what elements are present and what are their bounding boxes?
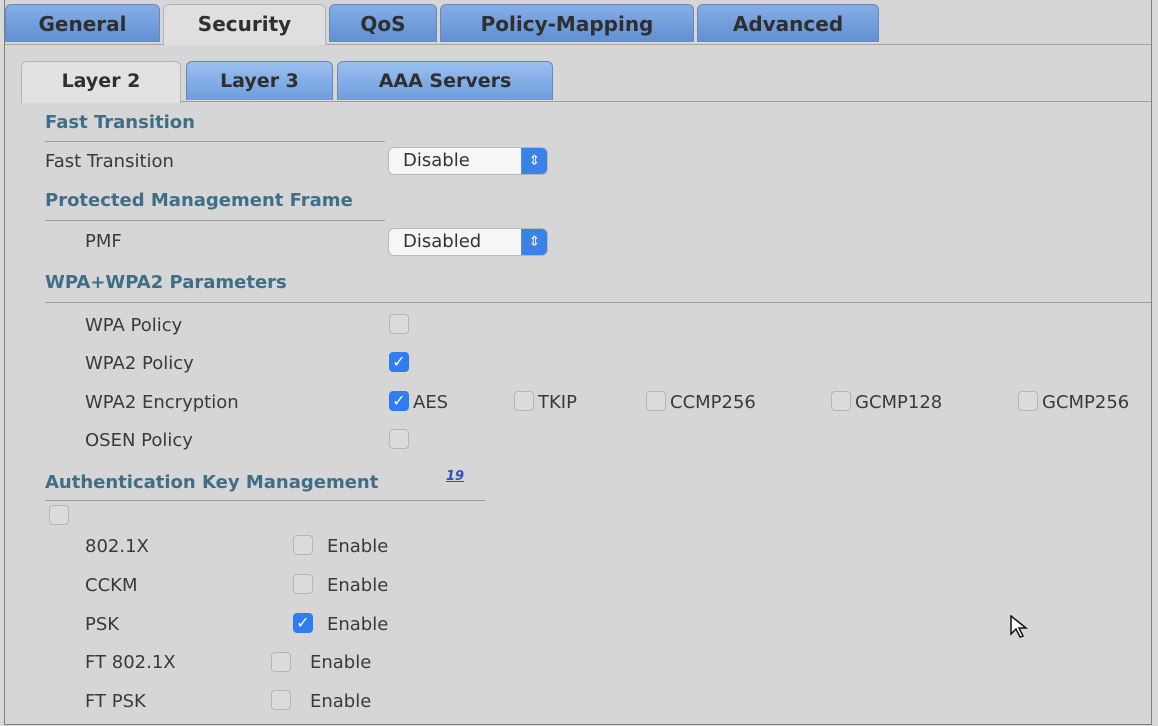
akm-8021x-label: 802.1X xyxy=(85,536,149,557)
akm-8021x-checkbox[interactable] xyxy=(293,535,313,555)
fast-transition-section-title: Fast Transition xyxy=(45,112,195,133)
aes-checkbox[interactable]: ✓ xyxy=(389,391,409,411)
osen-policy-label: OSEN Policy xyxy=(85,430,193,451)
gcmp128-label: GCMP128 xyxy=(855,392,943,413)
akm-ft-psk-enable-label: Enable xyxy=(310,691,372,712)
fast-transition-label: Fast Transition xyxy=(45,151,174,172)
gcmp128-checkbox[interactable] xyxy=(831,391,851,411)
aes-label: AES xyxy=(413,392,449,413)
akm-ft-8021x-checkbox[interactable] xyxy=(271,652,291,672)
akm-ft-psk-checkbox[interactable] xyxy=(271,690,291,710)
fast-transition-value: Disable xyxy=(403,150,470,171)
wpa2-encryption-label: WPA2 Encryption xyxy=(85,392,239,413)
section-divider xyxy=(45,302,1151,303)
wpa-policy-label: WPA Policy xyxy=(85,315,183,336)
akm-8021x-enable-label: Enable xyxy=(327,536,389,557)
tab-layer-2[interactable]: Layer 2 xyxy=(21,61,181,103)
section-divider xyxy=(45,141,385,142)
akm-ft-8021x-enable-label: Enable xyxy=(310,652,372,673)
ccmp256-checkbox[interactable] xyxy=(646,391,666,411)
akm-help-link[interactable]: 19 xyxy=(446,469,464,484)
wpa2-policy-checkbox[interactable]: ✓ xyxy=(389,352,409,372)
tab-aaa-servers[interactable]: AAA Servers xyxy=(337,61,553,100)
tab-layer-3[interactable]: Layer 3 xyxy=(186,61,333,100)
gcmp256-label: GCMP256 xyxy=(1042,392,1130,413)
pmf-section-title: Protected Management Frame xyxy=(45,190,353,211)
security-subtab-bar: Layer 2 Layer 3 AAA Servers xyxy=(21,61,1151,103)
section-divider xyxy=(45,500,485,501)
pmf-label: PMF xyxy=(85,231,122,252)
akm-select-all-checkbox[interactable] xyxy=(49,505,69,525)
tkip-label: TKIP xyxy=(538,392,577,413)
ccmp256-label: CCMP256 xyxy=(670,392,756,413)
pmf-select[interactable]: Disabled ⇕ xyxy=(388,228,548,256)
tkip-checkbox[interactable] xyxy=(514,391,534,411)
wlan-security-panel: General Security QoS Policy-Mapping Adva… xyxy=(4,0,1152,725)
fast-transition-select[interactable]: Disable ⇕ xyxy=(388,147,548,175)
tab-security[interactable]: Security xyxy=(163,4,326,45)
akm-psk-checkbox[interactable]: ✓ xyxy=(293,613,313,633)
gcmp256-checkbox[interactable] xyxy=(1018,391,1038,411)
akm-cckm-enable-label: Enable xyxy=(327,575,389,596)
tab-policy-mapping[interactable]: Policy-Mapping xyxy=(440,4,694,42)
akm-section-title: Authentication Key Management xyxy=(45,472,379,493)
akm-ft-psk-label: FT PSK xyxy=(85,691,146,712)
tab-qos[interactable]: QoS xyxy=(329,4,437,42)
akm-cckm-checkbox[interactable] xyxy=(293,574,313,594)
section-divider xyxy=(45,220,385,221)
akm-cckm-label: CCKM xyxy=(85,575,138,596)
akm-psk-enable-label: Enable xyxy=(327,614,389,635)
wpa-policy-checkbox[interactable] xyxy=(389,314,409,334)
select-arrow-icon: ⇕ xyxy=(521,229,547,255)
wpa-section-title: WPA+WPA2 Parameters xyxy=(45,272,287,293)
pmf-value: Disabled xyxy=(403,231,482,252)
select-arrow-icon: ⇕ xyxy=(521,148,547,174)
wpa2-policy-label: WPA2 Policy xyxy=(85,353,194,374)
tab-advanced[interactable]: Advanced xyxy=(697,4,879,42)
tab-general[interactable]: General xyxy=(5,4,160,42)
akm-psk-label: PSK xyxy=(85,614,120,635)
akm-ft-8021x-label: FT 802.1X xyxy=(85,652,176,673)
mouse-pointer-icon xyxy=(1010,615,1028,638)
osen-policy-checkbox[interactable] xyxy=(389,429,409,449)
main-tab-bar: General Security QoS Policy-Mapping Adva… xyxy=(5,4,1151,45)
